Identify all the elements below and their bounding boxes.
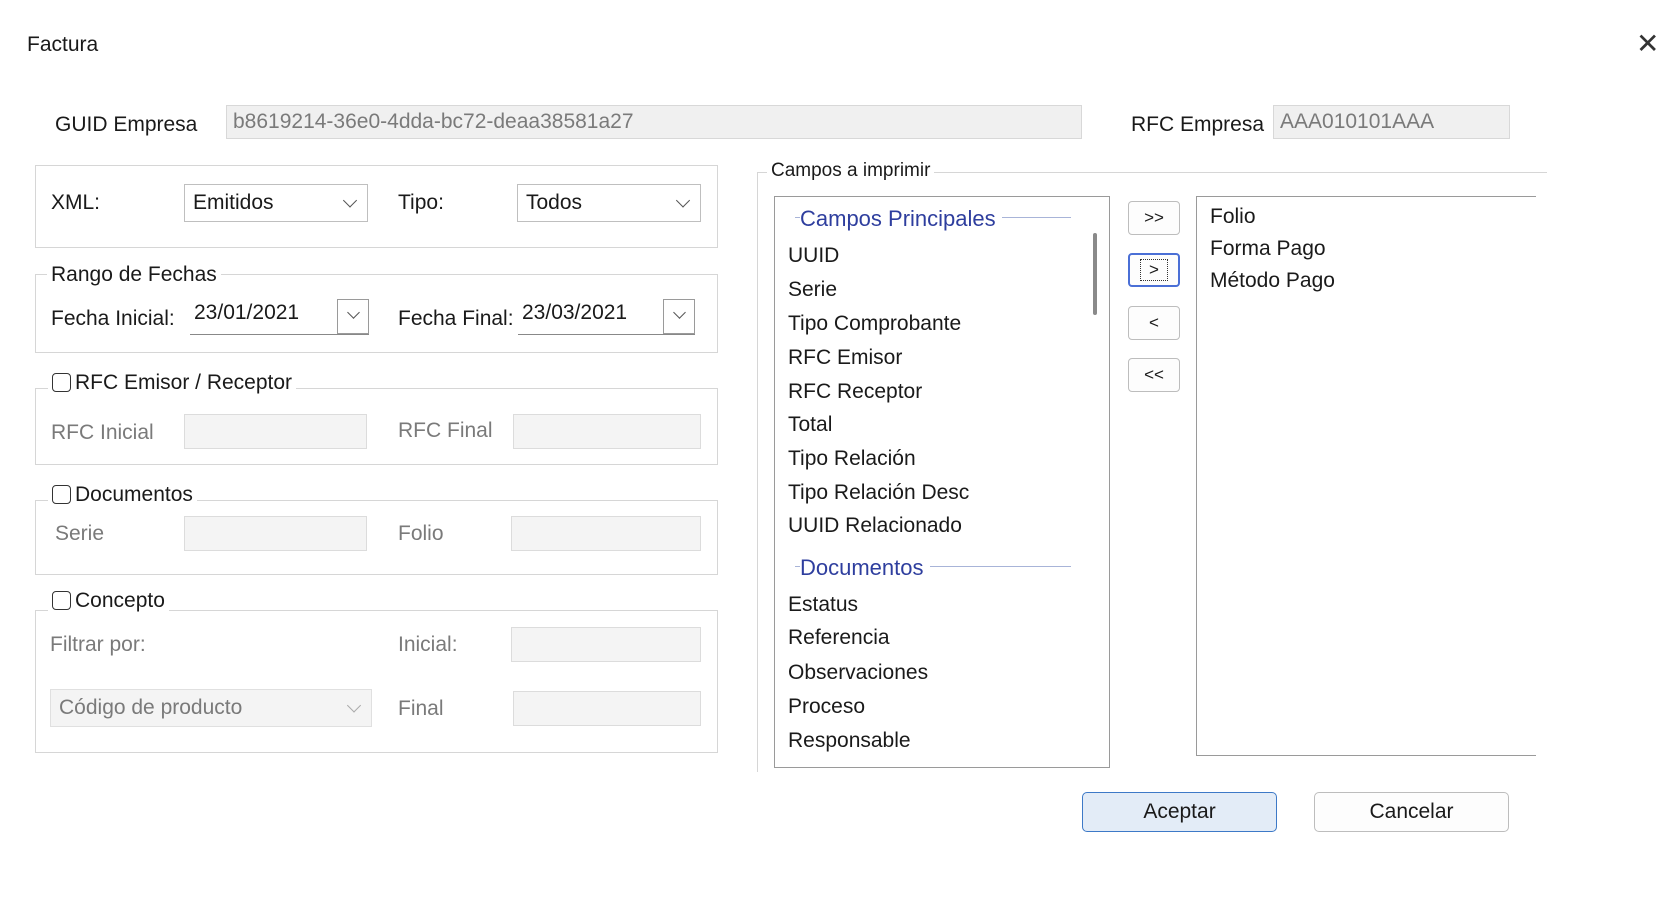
documentos-header: Documentos	[48, 483, 197, 507]
rfc-inicial-label: RFC Inicial	[51, 421, 154, 444]
rfc-filter-checkbox[interactable]	[52, 373, 71, 392]
accept-button[interactable]: Aceptar	[1082, 792, 1277, 832]
available-fields-list[interactable]: Campos Principales UUID Serie Tipo Compr…	[774, 196, 1110, 768]
chevron-down-icon	[675, 193, 691, 208]
list-item[interactable]: Tipo Relación Desc	[788, 481, 969, 505]
cancel-button[interactable]: Cancelar	[1314, 792, 1509, 832]
list-item[interactable]: Método Pago	[1210, 269, 1335, 293]
calendar-dropdown-button[interactable]	[337, 299, 369, 334]
list-item[interactable]: Forma Pago	[1210, 237, 1326, 261]
list-item[interactable]: RFC Receptor	[788, 380, 922, 404]
concepto-inicial-input[interactable]	[511, 627, 701, 662]
selected-fields-list[interactable]: Folio Forma Pago Método Pago	[1196, 196, 1536, 756]
rfc-filter-header: RFC Emisor / Receptor	[48, 371, 297, 395]
concepto-checkbox[interactable]	[52, 591, 71, 610]
list-scrollbar-thumb[interactable]	[1093, 233, 1097, 315]
serie-input[interactable]	[184, 516, 367, 551]
rfc-final-input[interactable]	[513, 414, 701, 449]
campos-group-label: Campos a imprimir	[767, 160, 935, 182]
fecha-final-picker[interactable]: 23/03/2021	[518, 299, 695, 335]
chevron-down-icon	[346, 698, 362, 713]
remove-all-label: <<	[1144, 365, 1164, 384]
concepto-final-label: Final	[398, 697, 444, 720]
fecha-final-value: 23/03/2021	[522, 301, 628, 324]
add-label: >	[1140, 259, 1168, 281]
list-item[interactable]: Referencia	[788, 626, 890, 650]
filtrar-select-value: Código de producto	[59, 696, 243, 719]
window-title: Factura	[27, 33, 99, 56]
xml-select-value: Emitidos	[193, 191, 274, 214]
concepto-label: Concepto	[75, 589, 165, 612]
folio-input[interactable]	[511, 516, 701, 551]
list-item[interactable]: Total	[788, 413, 832, 437]
documentos-label: Documentos	[75, 483, 193, 506]
rfc-empresa-label: RFC Empresa	[1131, 113, 1265, 136]
add-button[interactable]: >	[1128, 253, 1180, 287]
fecha-inicial-picker[interactable]: 23/01/2021	[190, 299, 369, 335]
filtrar-label: Filtrar por:	[50, 633, 146, 656]
list-item[interactable]: Observaciones	[788, 661, 928, 685]
xml-label: XML:	[51, 191, 101, 214]
list-item[interactable]: Tipo Relación	[788, 447, 916, 471]
remove-button[interactable]: <	[1128, 306, 1180, 340]
list-item[interactable]: RFC Emisor	[788, 346, 902, 370]
list-item[interactable]: Folio	[1210, 205, 1256, 229]
chevron-down-icon	[342, 193, 358, 208]
fecha-inicial-label: Fecha Inicial:	[51, 307, 175, 330]
close-icon[interactable]: ✕	[1636, 30, 1659, 58]
list-item[interactable]: Tipo Comprobante	[788, 312, 961, 336]
guid-field[interactable]: b8619214-36e0-4dda-bc72-deaa38581a27	[226, 105, 1082, 139]
fecha-final-label: Fecha Final:	[398, 307, 514, 330]
list-item[interactable]: Serie	[788, 278, 837, 302]
tipo-select[interactable]: Todos	[517, 184, 701, 222]
rfc-filter-label: RFC Emisor / Receptor	[75, 371, 293, 394]
chevron-down-icon	[673, 306, 686, 319]
fechas-group-label: Rango de Fechas	[47, 263, 221, 287]
list-item[interactable]: UUID	[788, 244, 839, 268]
add-all-button[interactable]: >>	[1128, 201, 1180, 235]
tipo-label: Tipo:	[398, 191, 444, 214]
remove-label: <	[1149, 313, 1159, 332]
guid-label: GUID Empresa	[55, 113, 198, 136]
serie-label: Serie	[55, 522, 105, 545]
remove-all-button[interactable]: <<	[1128, 358, 1180, 392]
folio-label: Folio	[398, 522, 444, 545]
fecha-inicial-value: 23/01/2021	[194, 301, 300, 324]
concepto-header: Concepto	[48, 589, 169, 613]
list-item[interactable]: Responsable	[788, 729, 911, 753]
list-item[interactable]: Estatus	[788, 593, 858, 617]
add-all-label: >>	[1144, 208, 1164, 227]
rfc-empresa-field[interactable]: AAA010101AAA	[1273, 105, 1510, 139]
tipo-select-value: Todos	[526, 191, 583, 214]
documentos-checkbox[interactable]	[52, 485, 71, 504]
rfc-final-label: RFC Final	[398, 419, 493, 442]
rfc-inicial-input[interactable]	[184, 414, 367, 449]
list-item[interactable]: Proceso	[788, 695, 865, 719]
concepto-final-input[interactable]	[513, 691, 701, 726]
group-header-campos-principales: Campos Principales	[800, 206, 1002, 232]
calendar-dropdown-button[interactable]	[663, 299, 695, 334]
chevron-down-icon	[347, 306, 360, 319]
filtrar-select[interactable]: Código de producto	[50, 689, 372, 727]
list-item[interactable]: UUID Relacionado	[788, 514, 962, 538]
concepto-inicial-label: Inicial:	[398, 633, 458, 656]
xml-select[interactable]: Emitidos	[184, 184, 368, 222]
group-header-documentos: Documentos	[800, 555, 930, 581]
